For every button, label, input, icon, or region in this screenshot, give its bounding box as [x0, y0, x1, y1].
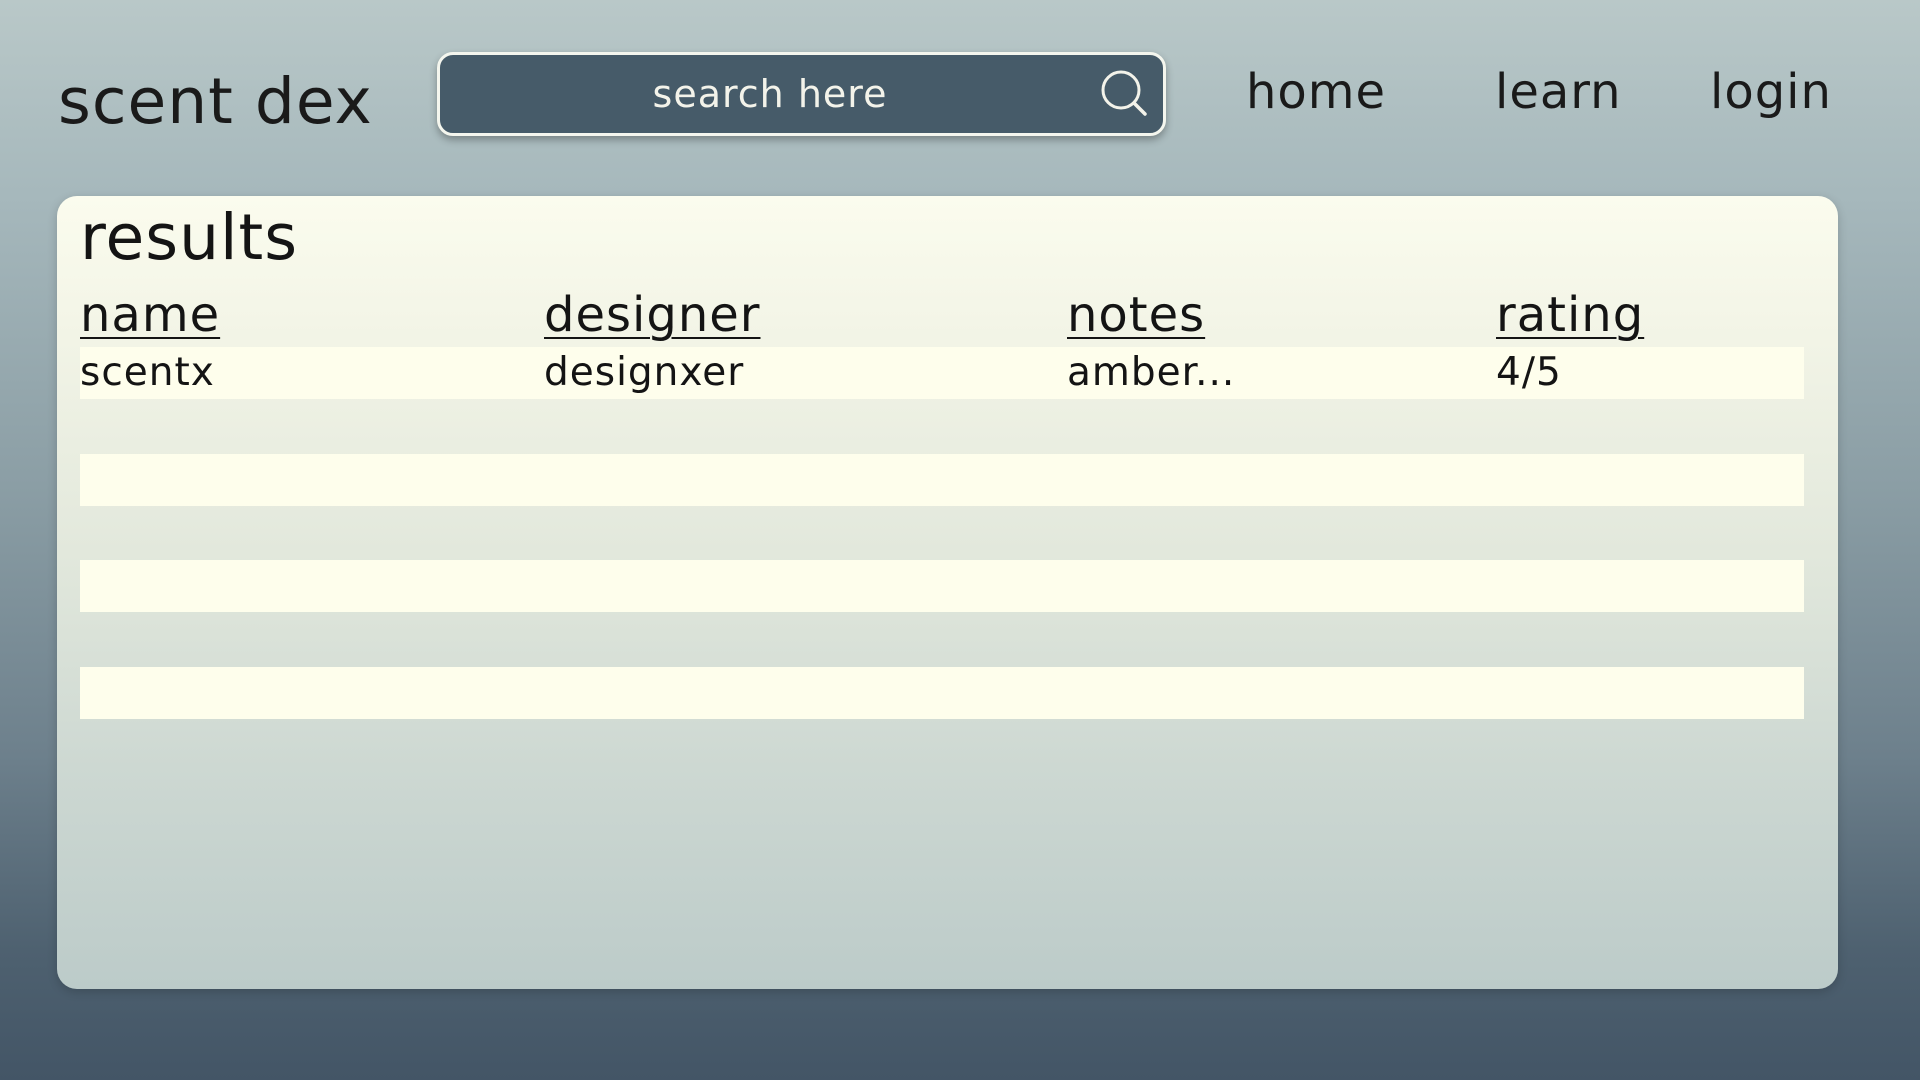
search-bar: [437, 52, 1166, 136]
cell-name: scentx: [80, 350, 215, 395]
nav-learn-link[interactable]: learn: [1495, 60, 1622, 124]
column-header-designer[interactable]: designer: [544, 284, 761, 346]
column-header-rating[interactable]: rating: [1496, 284, 1644, 346]
table-row[interactable]: [80, 560, 1804, 612]
search-icon-graphic: [1101, 70, 1147, 116]
column-header-notes[interactable]: notes: [1067, 284, 1205, 346]
search-icon[interactable]: [1099, 68, 1151, 120]
table-row[interactable]: [80, 667, 1804, 719]
search-input[interactable]: [460, 55, 1080, 133]
results-panel: results name designer notes rating scent…: [57, 196, 1838, 989]
table-row[interactable]: [80, 454, 1804, 506]
nav-login-link[interactable]: login: [1710, 60, 1832, 124]
column-header-name[interactable]: name: [80, 284, 220, 346]
cell-rating: 4/5: [1496, 350, 1562, 395]
nav-home-link[interactable]: home: [1246, 60, 1386, 124]
cell-designer: designxer: [544, 350, 745, 395]
app-logo: scent dex: [58, 65, 373, 138]
results-title: results: [80, 201, 299, 274]
table-row[interactable]: scentx designxer amber... 4/5: [80, 347, 1804, 399]
cell-notes: amber...: [1067, 350, 1236, 395]
